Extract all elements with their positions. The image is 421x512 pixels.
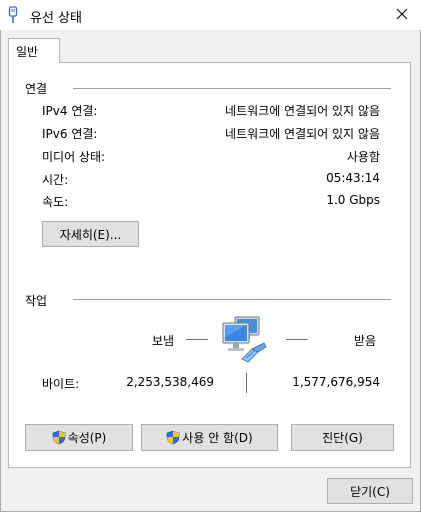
tab-general-label: 일반 bbox=[16, 45, 39, 59]
properties-button[interactable]: 속성(P) bbox=[25, 424, 133, 451]
diagnose-button[interactable]: 진단(G) bbox=[291, 424, 394, 451]
media-state-value: 사용함 bbox=[346, 150, 380, 164]
disable-button[interactable]: 사용 안 함(D) bbox=[141, 424, 278, 451]
bytes-label: 바이트: bbox=[42, 377, 80, 391]
details-button-label: 자세히(E)... bbox=[59, 227, 122, 242]
close-button[interactable]: 닫기(C) bbox=[327, 478, 413, 504]
tab-general[interactable]: 일반 bbox=[8, 38, 60, 63]
details-button[interactable]: 자세히(E)... bbox=[42, 221, 139, 247]
received-label: 받음 bbox=[354, 334, 377, 348]
bytes-separator bbox=[246, 373, 247, 393]
speed-value: 1.0 Gbps bbox=[326, 193, 380, 207]
bytes-sent-value: 2,253,538,469 bbox=[126, 375, 214, 389]
close-icon bbox=[396, 8, 408, 23]
tab-panel bbox=[8, 62, 411, 468]
media-state-label: 미디어 상태: bbox=[42, 150, 106, 164]
duration-value: 05:43:14 bbox=[326, 171, 380, 185]
connection-divider bbox=[73, 88, 391, 89]
ipv6-value: 네트워크에 연결되어 있지 않음 bbox=[225, 127, 380, 141]
ipv6-label: IPv6 연결: bbox=[42, 127, 98, 141]
window-title: 유선 상태 bbox=[30, 11, 82, 26]
title-bar: 유선 상태 bbox=[0, 0, 421, 30]
properties-button-label: 속성(P) bbox=[67, 431, 107, 445]
ethernet-plug-icon bbox=[8, 6, 18, 24]
uac-shield-icon bbox=[166, 430, 180, 445]
duration-label: 시간: bbox=[42, 173, 69, 187]
sent-label: 보냄 bbox=[152, 334, 175, 348]
received-dash bbox=[286, 339, 308, 340]
activity-divider bbox=[73, 299, 391, 300]
speed-label: 속도: bbox=[42, 195, 69, 209]
activity-section-header: 작업 bbox=[25, 294, 48, 308]
uac-shield-icon bbox=[52, 430, 66, 445]
close-button-label: 닫기(C) bbox=[350, 484, 390, 499]
disable-button-label: 사용 안 함(D) bbox=[182, 431, 253, 445]
ipv4-value: 네트워크에 연결되어 있지 않음 bbox=[225, 104, 380, 118]
sent-dash bbox=[186, 339, 208, 340]
ipv4-label: IPv4 연결: bbox=[42, 104, 98, 118]
bytes-received-value: 1,577,676,954 bbox=[292, 375, 380, 389]
diagnose-button-label: 진단(G) bbox=[322, 431, 363, 445]
close-window-button[interactable] bbox=[390, 4, 414, 26]
connection-section-header: 연결 bbox=[25, 82, 48, 96]
network-computers-icon bbox=[218, 314, 268, 367]
